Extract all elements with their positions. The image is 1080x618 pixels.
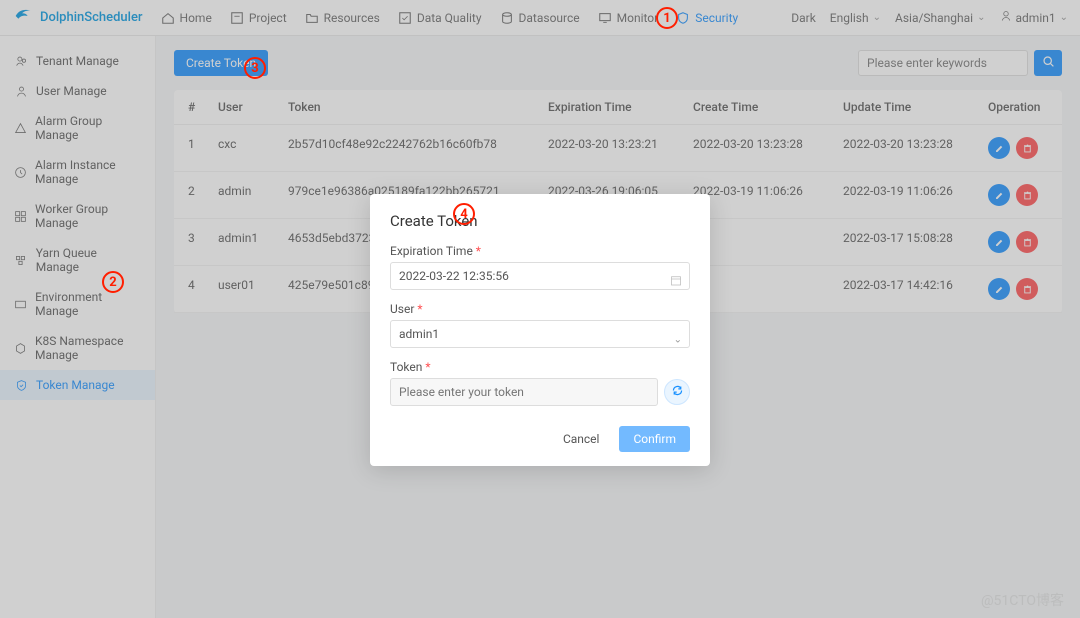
- modal-overlay: Create Token Expiration Time * User * ⌄ …: [0, 0, 1080, 618]
- modal-footer: Cancel Confirm: [390, 426, 690, 452]
- user-label: User *: [390, 302, 690, 316]
- expiration-label: Expiration Time *: [390, 244, 690, 258]
- chevron-down-icon: ⌄: [674, 335, 682, 346]
- confirm-button[interactable]: Confirm: [619, 426, 690, 452]
- token-label: Token *: [390, 360, 690, 374]
- cancel-button[interactable]: Cancel: [553, 426, 610, 452]
- create-token-modal: Create Token Expiration Time * User * ⌄ …: [370, 194, 710, 466]
- watermark: @51CTO博客: [981, 590, 1064, 610]
- modal-title: Create Token: [390, 212, 690, 230]
- token-input[interactable]: [390, 378, 658, 406]
- generate-token-button[interactable]: [664, 379, 690, 405]
- refresh-icon: [671, 384, 684, 401]
- calendar-icon: [670, 275, 682, 290]
- user-select[interactable]: [390, 320, 690, 348]
- expiration-input[interactable]: [390, 262, 690, 290]
